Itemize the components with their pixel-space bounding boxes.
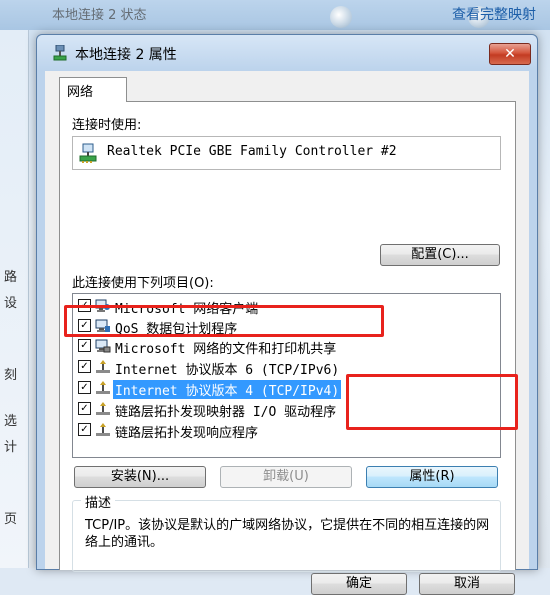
properties-button[interactable]: 属性(R) xyxy=(366,466,498,488)
cancel-button[interactable]: 取消 xyxy=(419,573,515,595)
background-titlebar: 本地连接 2 状态 查看完整映射 xyxy=(0,0,550,30)
background-text-fragment: 计 xyxy=(4,440,18,455)
connect-using-label: 连接时使用: xyxy=(72,118,142,133)
item-label: Internet 协议版本 4 (TCP/IPv4) xyxy=(113,380,342,399)
background-text-fragment: 选 xyxy=(4,414,18,429)
tab-network-label: 网络 xyxy=(67,85,94,100)
description-legend: 描述 xyxy=(81,492,116,511)
configure-button[interactable]: 配置(C)... xyxy=(380,244,500,266)
dialog-title: 本地连接 2 属性 xyxy=(75,47,177,63)
item-checkbox[interactable]: ✓ xyxy=(78,402,91,415)
adapter-name: Realtek PCIe GBE Family Controller #2 xyxy=(107,144,397,159)
protocol-icon xyxy=(96,402,110,415)
description-text: TCP/IP。该协议是默认的广域网络协议，它提供在不同的相互连接的网络上的通讯。 xyxy=(85,518,490,550)
ok-button[interactable]: 确定 xyxy=(311,573,407,595)
item-label: 链路层拓扑发现映射器 I/O 驱动程序 xyxy=(115,405,337,420)
tab-network[interactable]: 网络 xyxy=(59,77,127,102)
protocol-icon xyxy=(96,423,110,436)
install-button[interactable]: 安装(N)... xyxy=(74,466,206,488)
item-label: Internet 协议版本 6 (TCP/IPv6) xyxy=(115,363,340,378)
items-label: 此连接使用下列项目(O): xyxy=(72,276,214,291)
background-text-fragment: 设 xyxy=(4,296,18,311)
protocol-icon xyxy=(96,381,110,394)
background-map-link[interactable]: 查看完整映射 xyxy=(452,4,536,24)
network-adapter-icon xyxy=(79,143,97,163)
description-group: 描述 TCP/IP。该协议是默认的广域网络协议，它提供在不同的相互连接的网络上的… xyxy=(72,492,501,572)
network-connection-icon xyxy=(53,45,67,61)
uninstall-button[interactable]: 卸载(U) xyxy=(220,466,352,488)
item-label: Microsoft 网络的文件和打印机共享 xyxy=(115,342,337,357)
adapter-field: Realtek PCIe GBE Family Controller #2 xyxy=(72,136,501,170)
item-checkbox[interactable]: ✓ xyxy=(78,360,91,373)
highlight-box-properties xyxy=(346,374,518,430)
item-checkbox[interactable]: ✓ xyxy=(78,339,91,352)
background-side-panel: 路 设 刻 选 计 页 xyxy=(0,30,29,568)
list-item[interactable]: ✓ Microsoft 网络的文件和打印机共享 xyxy=(73,336,499,357)
background-text-fragment: 路 xyxy=(4,270,18,285)
item-label: 链路层拓扑发现响应程序 xyxy=(115,426,259,441)
background-text-fragment: 页 xyxy=(4,512,18,527)
dialog-titlebar[interactable]: 本地连接 2 属性 ✕ xyxy=(37,35,537,71)
background-globe-icon xyxy=(330,6,352,28)
highlight-box-tcpipv4 xyxy=(64,305,384,337)
close-button[interactable]: ✕ xyxy=(489,43,531,65)
item-checkbox[interactable]: ✓ xyxy=(78,423,91,436)
properties-dialog: 本地连接 2 属性 ✕ 网络 连接时使用: Realtek PCIe GBE F… xyxy=(36,34,538,595)
file-printer-sharing-icon xyxy=(95,339,111,353)
protocol-icon xyxy=(96,360,110,373)
background-text-fragment: 刻 xyxy=(4,368,18,383)
item-checkbox[interactable]: ✓ xyxy=(78,381,91,394)
background-title: 本地连接 2 状态 xyxy=(52,8,147,23)
